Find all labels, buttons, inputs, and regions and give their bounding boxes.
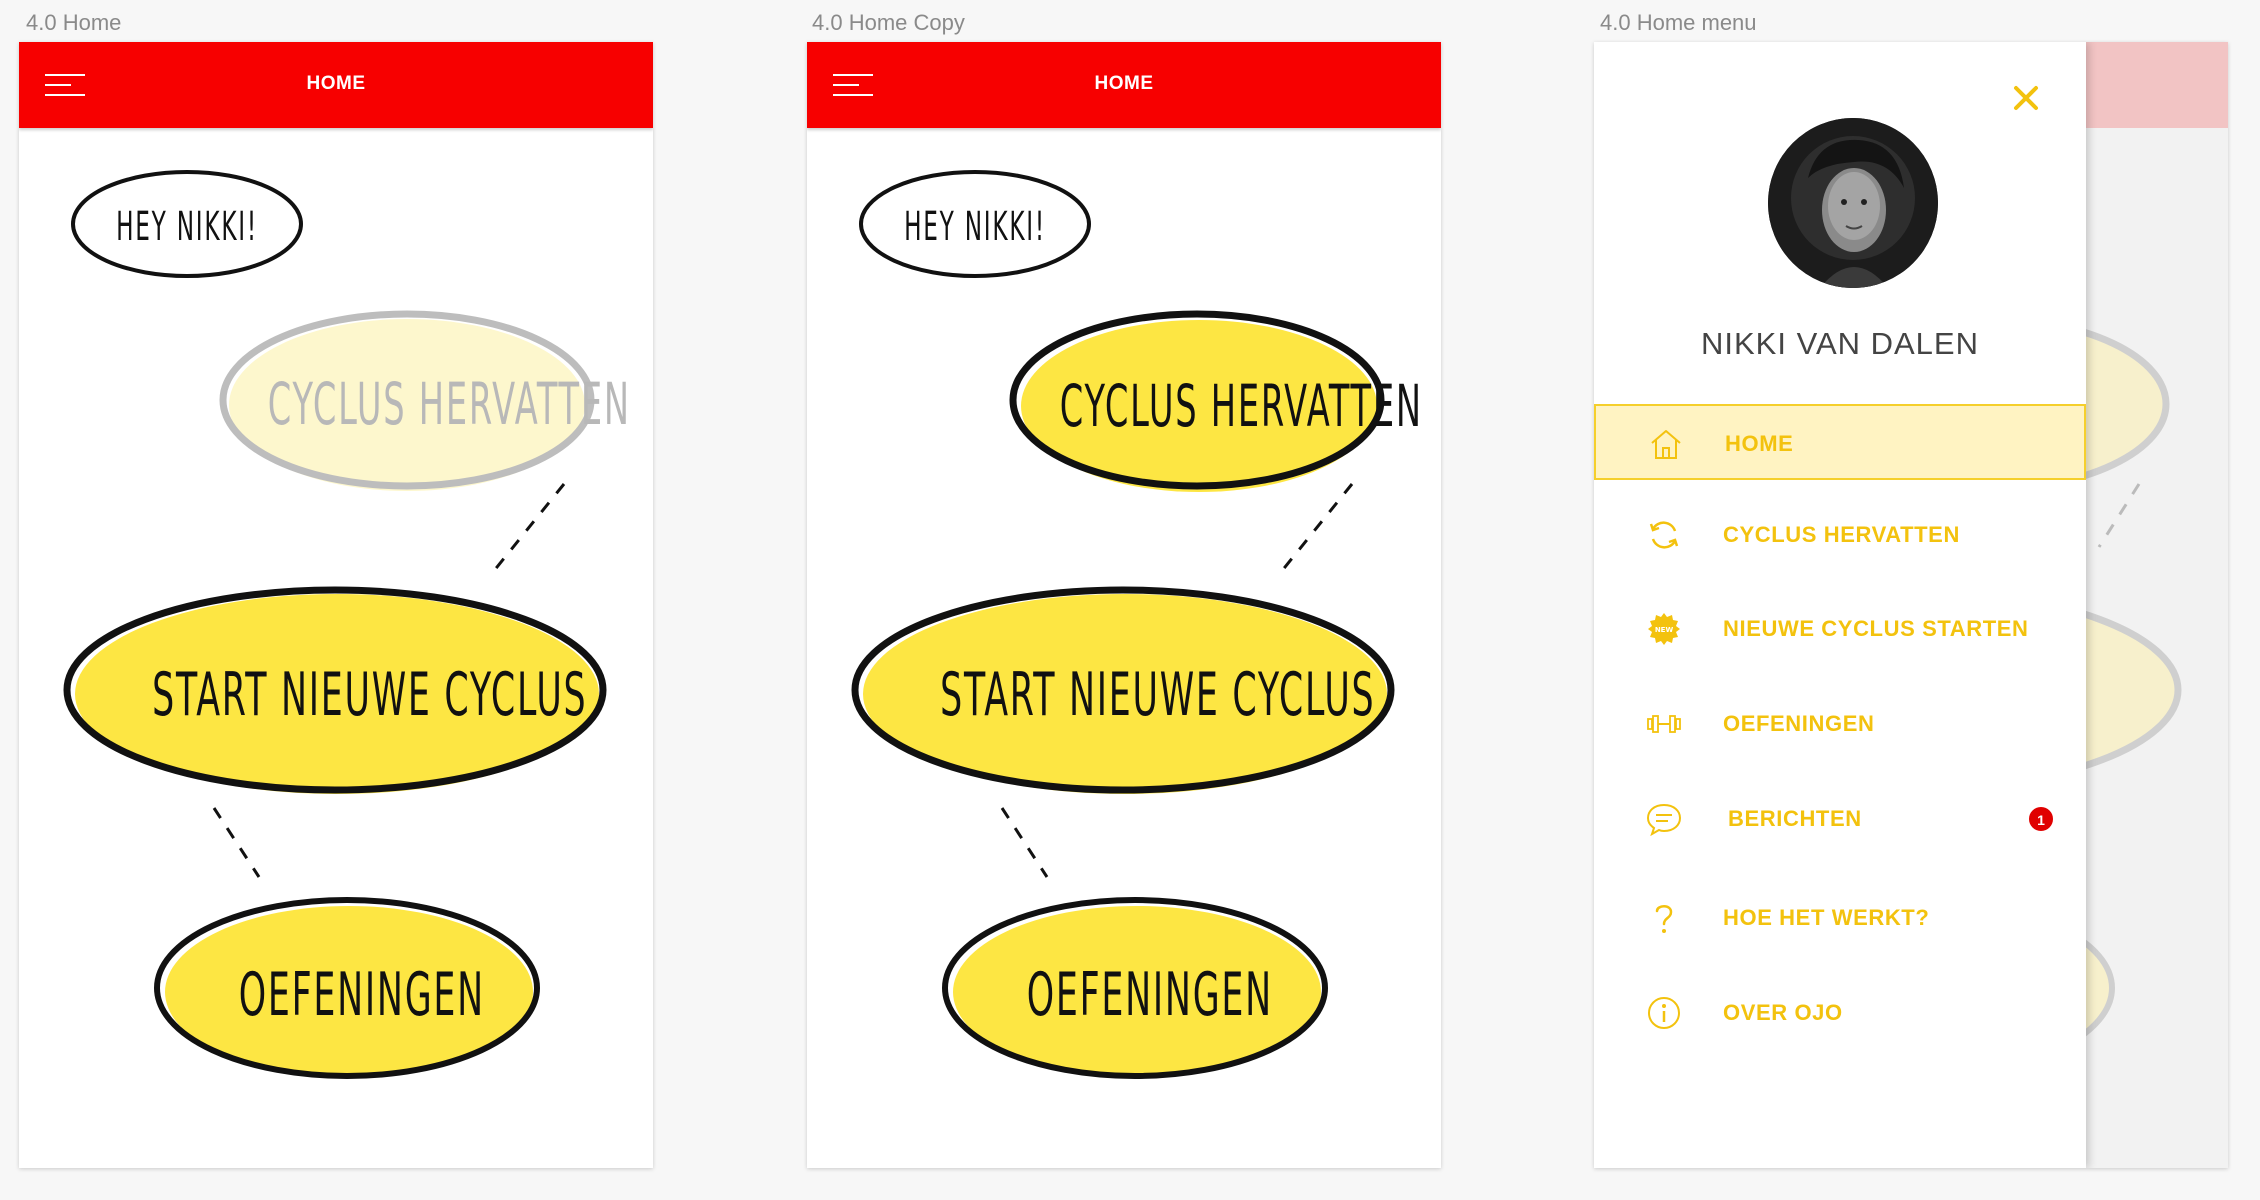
artboard-home: HOME HEY NIKKI! CYCLUS HERVATTEN START N…	[19, 42, 653, 1168]
menu-item-home[interactable]: HOME	[1594, 404, 2086, 480]
resume-cycle-button[interactable]: CYCLUS HERVATTEN	[268, 370, 629, 438]
connector-line	[487, 483, 566, 578]
menu-item-how-it-works[interactable]: HOE HET WERKT?	[1594, 880, 2086, 956]
home-icon	[1651, 430, 1681, 459]
greeting-text: HEY NIKKI!	[904, 204, 1046, 250]
menu-item-label: HOE HET WERKT?	[1723, 905, 1930, 930]
dumbbell-icon	[1647, 715, 1681, 733]
artboard-label-home-copy: 4.0 Home Copy	[812, 10, 965, 35]
notification-badge: 1	[2028, 806, 2054, 832]
menu-item-label: CYCLUS HERVATTEN	[1723, 522, 1960, 547]
exercises-button[interactable]: OEFENINGEN	[239, 960, 483, 1030]
menu-item-label: OVER OJO	[1723, 1000, 1843, 1025]
avatar	[1768, 118, 1938, 288]
menu-item-label: NIEUWE CYCLUS STARTEN	[1723, 616, 2029, 641]
menu-item-about[interactable]: OVER OJO	[1594, 975, 2086, 1051]
connector-line	[1000, 807, 1049, 878]
start-new-cycle-button[interactable]: START NIEUWE CYCLUS	[940, 660, 1374, 730]
exercises-button[interactable]: OEFENINGEN	[1027, 960, 1271, 1030]
app-bar-title: HOME	[1094, 73, 1154, 94]
app-bar-title: HOME	[306, 73, 366, 94]
app-bar: HOME	[807, 42, 1441, 128]
start-new-cycle-button[interactable]: START NIEUWE CYCLUS	[152, 660, 586, 730]
menu-item-label: HOME	[1725, 431, 1794, 456]
menu-item-resume-cycle[interactable]: CYCLUS HERVATTEN	[1594, 497, 2086, 573]
new-badge-text: NEW	[1655, 626, 1674, 634]
menu-item-exercises[interactable]: OEFENINGEN	[1594, 686, 2086, 762]
greeting-text: HEY NIKKI!	[116, 204, 258, 250]
navigation-drawer: NIKKI VAN DALEN HOME CYCLUS HERVATTEN NE…	[1594, 42, 2086, 1168]
menu-item-label: BERICHTEN	[1728, 806, 1862, 831]
close-icon[interactable]	[2010, 82, 2042, 114]
artboard-label-home-menu: 4.0 Home menu	[1600, 10, 1757, 35]
menu-item-new-cycle[interactable]: NEW NIEUWE CYCLUS STARTEN	[1594, 591, 2086, 667]
resume-cycle-button[interactable]: CYCLUS HERVATTEN	[1060, 372, 1421, 440]
new-badge-icon: NEW	[1648, 613, 1680, 645]
menu-item-messages[interactable]: BERICHTEN 1	[1594, 781, 2086, 857]
connector-line	[212, 807, 261, 878]
artboard-home-menu: NIKKI VAN DALEN HOME CYCLUS HERVATTEN NE…	[1594, 42, 2228, 1168]
user-name: NIKKI VAN DALEN	[1700, 326, 1979, 361]
menu-item-label: OEFENINGEN	[1723, 711, 1875, 736]
app-bar: HOME	[19, 42, 653, 128]
artboard-home-copy: HOME HEY NIKKI! CYCLUS HERVATTEN START N…	[807, 42, 1441, 1168]
artboard-label-home: 4.0 Home	[26, 10, 122, 35]
refresh-icon	[1649, 521, 1679, 549]
chat-bubble-icon	[1646, 803, 1682, 837]
connector-line	[1275, 483, 1354, 578]
question-icon	[1655, 905, 1673, 933]
info-icon	[1648, 997, 1680, 1029]
